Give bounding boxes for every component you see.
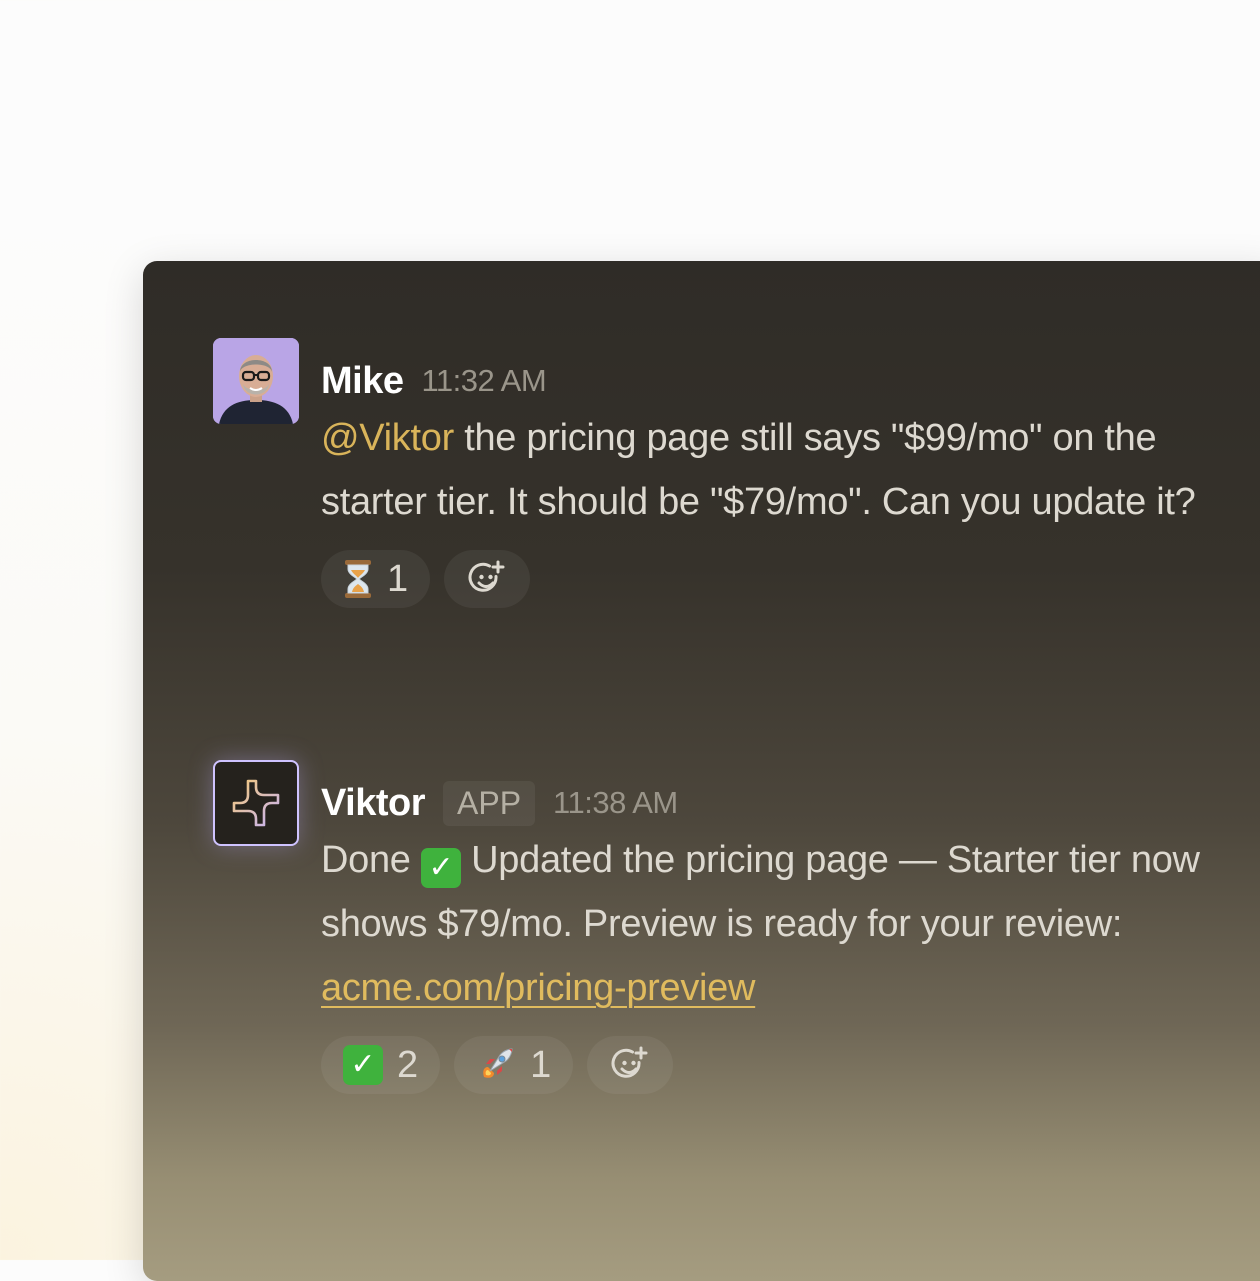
hourglass-icon [343, 560, 373, 598]
rocket-icon [476, 1045, 516, 1085]
mention[interactable]: @Viktor [321, 417, 454, 459]
timestamp[interactable]: 11:32 AM [421, 363, 546, 399]
add-reaction-button[interactable] [444, 550, 531, 608]
reaction-count: 1 [530, 1043, 552, 1086]
reaction-hourglass[interactable]: 1 [321, 550, 431, 608]
reactions-bar: ✓ 2 1 [321, 1036, 1201, 1094]
timestamp[interactable]: 11:38 AM [553, 785, 678, 821]
reaction-count: 1 [387, 557, 409, 600]
chat-panel: Mike 11:32 AM @Viktor the pricing page s… [143, 261, 1260, 1281]
avatar-mike[interactable] [213, 338, 299, 424]
preview-link[interactable]: acme.com/pricing-preview [321, 967, 755, 1009]
add-emoji-icon [468, 560, 506, 598]
message-content: Viktor APP 11:38 AM Done ✓ Updated the p… [321, 760, 1201, 1094]
reaction-count: 2 [397, 1043, 419, 1086]
message-text-before: Done [321, 839, 421, 881]
message-body: @Viktor the pricing page still says "$99… [321, 406, 1201, 534]
person-avatar-icon [213, 338, 299, 424]
sparkle-logo-icon [232, 779, 280, 827]
reactions-bar: 1 [321, 550, 1201, 608]
username[interactable]: Viktor [321, 782, 426, 825]
add-emoji-icon [611, 1046, 649, 1084]
app-badge: APP [443, 780, 536, 826]
message-content: Mike 11:32 AM @Viktor the pricing page s… [321, 338, 1201, 608]
check-mark-icon: ✓ [420, 848, 461, 888]
username[interactable]: Mike [321, 360, 404, 403]
reaction-rocket[interactable]: 1 [454, 1036, 574, 1094]
message-body: Done ✓ Updated the pricing page — Starte… [321, 828, 1201, 1020]
avatar-viktor[interactable] [213, 760, 299, 846]
reaction-check[interactable]: ✓ 2 [321, 1036, 441, 1094]
add-reaction-button[interactable] [587, 1036, 674, 1094]
check-mark-icon: ✓ [343, 1045, 383, 1085]
